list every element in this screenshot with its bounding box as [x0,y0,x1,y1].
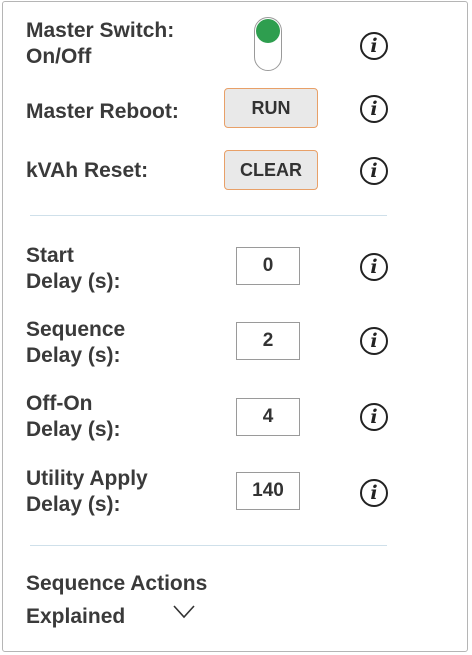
divider [30,545,387,546]
master-switch-info-icon[interactable]: i [360,32,388,60]
start-delay-label: Start Delay (s): [26,244,121,293]
run-button[interactable]: RUN [224,88,318,128]
sequence-actions-label[interactable]: Sequence Actions Explained [26,567,207,633]
utility-apply-delay-info-icon[interactable]: i [360,479,388,507]
kvah-reset-label: kVAh Reset: [26,159,149,182]
master-reboot-info-icon[interactable]: i [360,95,388,123]
divider [30,215,387,216]
chevron-down-icon[interactable] [172,604,196,620]
start-delay-input[interactable] [236,247,300,285]
utility-apply-delay-input[interactable] [236,472,300,510]
master-reboot-label: Master Reboot: [26,100,179,123]
sequence-delay-label: Sequence Delay (s): [26,318,126,367]
off-on-delay-info-icon[interactable]: i [360,403,388,431]
sequence-delay-info-icon[interactable]: i [360,327,388,355]
master-switch-toggle[interactable] [254,17,282,71]
off-on-delay-label: Off-On Delay (s): [26,392,121,441]
clear-button[interactable]: CLEAR [224,150,318,190]
utility-apply-delay-label: Utility Apply Delay (s): [26,467,148,516]
off-on-delay-input[interactable] [236,398,300,436]
kvah-reset-info-icon[interactable]: i [360,157,388,185]
sequence-delay-input[interactable] [236,322,300,360]
master-switch-label: Master Switch: On/Off [26,19,175,68]
toggle-knob [256,19,280,43]
start-delay-info-icon[interactable]: i [360,253,388,281]
